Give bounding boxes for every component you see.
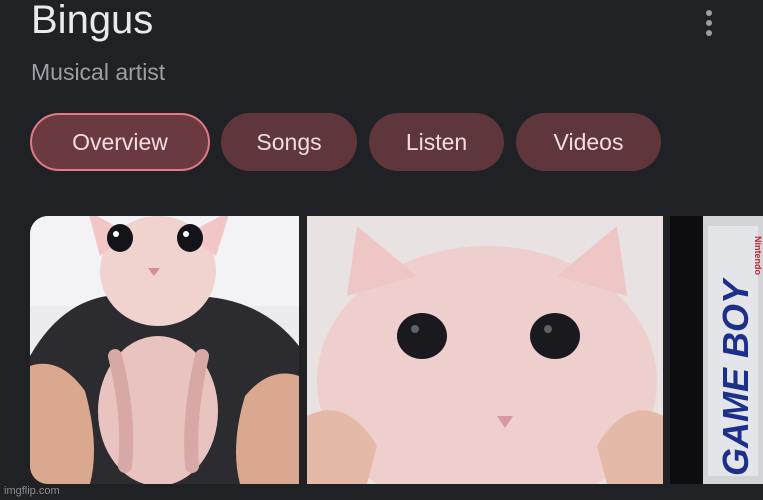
more-vert-icon [706,10,712,16]
game-boy-logo-text: GAME BOY [715,277,756,476]
image-thumbnail-1[interactable] [30,216,299,484]
artist-subtitle: Musical artist [31,59,166,85]
game-boy-brand: Nintendo [753,236,763,275]
hairless-kitten-image [30,216,299,484]
image-thumbnail-2[interactable] [307,216,663,484]
tab-songs[interactable]: Songs [221,113,357,171]
more-options-button[interactable] [696,8,722,38]
game-boy-box-image: Nintendo GAME BOY [670,216,763,484]
imgflip-watermark: imgflip.com [4,485,60,497]
more-vert-icon-dot [706,30,712,36]
more-vert-icon-dot [706,20,712,26]
tab-listen[interactable]: Listen [369,113,504,171]
tab-overview[interactable]: Overview [30,113,210,171]
tab-videos[interactable]: Videos [516,113,661,171]
bingus-closeup-image [307,216,663,484]
artist-title: Bingus [31,0,154,42]
image-thumbnail-3[interactable]: Nintendo GAME BOY [670,216,763,484]
